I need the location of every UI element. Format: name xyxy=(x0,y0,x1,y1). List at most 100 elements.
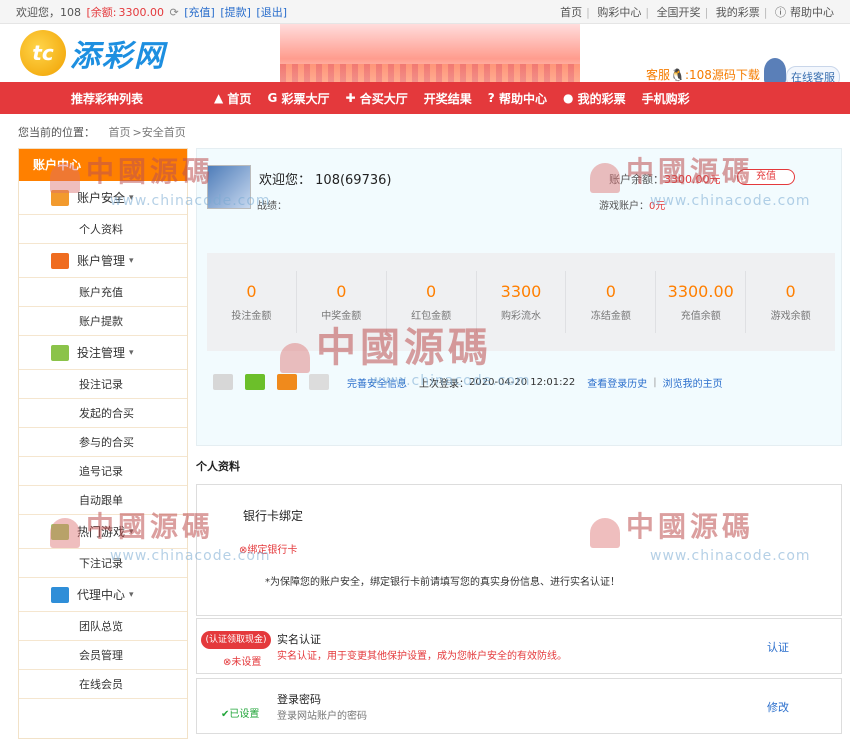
username: 108(69736) xyxy=(315,173,392,188)
nav-home[interactable]: ▲ 首页 xyxy=(214,90,251,107)
login-history-link[interactable]: 查看登录历史 xyxy=(587,375,647,390)
chevron-down-icon: ▾ xyxy=(129,589,134,600)
chevron-down-icon: ▾ xyxy=(129,526,134,537)
sidebar-item-profile[interactable]: 个人资料 xyxy=(19,215,187,244)
qq-icon: 🐧 xyxy=(670,68,685,82)
game-account-value: 0元 xyxy=(649,201,666,212)
top-link-buy[interactable]: 购彩中心 xyxy=(597,6,641,19)
nav-lottery-hall[interactable]: G 彩票大厅 xyxy=(267,90,329,107)
user-avatar[interactable] xyxy=(207,165,251,209)
sidebar-item-joined-group[interactable]: 参与的合买 xyxy=(19,428,187,457)
ticket-icon xyxy=(51,344,69,361)
chevron-down-icon: ▾ xyxy=(129,347,134,358)
nav-lottery-list[interactable]: 推荐彩种列表 xyxy=(0,90,214,107)
logo[interactable]: tc 添彩网 xyxy=(20,30,166,76)
bank-status[interactable]: ⊗绑定银行卡 xyxy=(239,541,297,556)
stat-recharge-balance: 3300.00 充值余额 xyxy=(656,271,747,333)
recharge-link[interactable]: [充值] xyxy=(184,6,215,19)
realname-verify-link[interactable]: 认证 xyxy=(767,639,789,655)
stats-panel: 0 投注金额 0 中奖金额 0 红包金额 3300 购彩流水 0 冻结金额 3300.00… xyxy=(207,253,835,351)
briefcase-icon xyxy=(51,586,69,603)
account-balance: 账户余额：3300.00元 xyxy=(609,173,721,186)
top-bar: 欢迎您，108 [余额: 3300.00 ⟳ [充值] [提款] [退出] 首页 |… xyxy=(0,0,850,24)
shield-icon xyxy=(51,189,69,206)
sidebar-section-agent[interactable]: 代理中心 ▾ xyxy=(19,578,187,612)
nav-mobile[interactable]: 手机购彩 xyxy=(642,90,690,107)
header-banner xyxy=(280,24,580,82)
top-bar-left: 欢迎您，108 [余额: 3300.00 ⟳ [充值] [提款] [退出] xyxy=(16,4,289,20)
stat-bet-amount: 0 投注金额 xyxy=(207,271,297,333)
user-icon: ● xyxy=(562,91,574,105)
question-icon: ? xyxy=(487,91,495,105)
top-link-help[interactable]: 帮助中心 xyxy=(790,6,834,19)
sidebar-item-bet-records[interactable]: 投注记录 xyxy=(19,370,187,399)
password-state: ✔已设置 xyxy=(221,709,260,720)
sidebar-item-initiated-group[interactable]: 发起的合买 xyxy=(19,399,187,428)
nav-help[interactable]: ? 帮助中心 xyxy=(488,90,547,107)
nav-group-buy[interactable]: ✚ 合买大厅 xyxy=(346,90,408,107)
sidebar: 账户中心 账户安全 ▾ 个人资料 账户管理 ▾ 账户充值 账户提款 投注管理 ▾ 投注… xyxy=(18,148,188,739)
bank-tip: *为保障您的账户安全，绑定银行卡前请填写您的真实身份信息、进行实名认证！ xyxy=(265,577,620,588)
record-label: 战绩： xyxy=(257,201,287,212)
greeting: 欢迎您： 108(69736) xyxy=(259,173,392,188)
top-link-my-lottery[interactable]: 我的彩票 xyxy=(716,6,760,19)
balance-label: [余额: xyxy=(86,5,117,19)
sidebar-item-recharge[interactable]: 账户充值 xyxy=(19,278,187,307)
logout-link[interactable]: [退出] xyxy=(256,6,287,19)
last-login-label: 上次登录： xyxy=(419,378,469,390)
game-account: 游戏账户：0元 xyxy=(599,201,666,212)
top-link-home[interactable]: 首页 xyxy=(560,6,582,19)
sidebar-item-bet-log[interactable]: 下注记录 xyxy=(19,549,187,578)
g-icon: G xyxy=(267,91,278,105)
sidebar-header: 账户中心 xyxy=(19,149,187,181)
top-link-draw[interactable]: 全国开奖 xyxy=(657,6,701,19)
password-title: 登录密码 xyxy=(277,693,321,706)
password-modify-link[interactable]: 修改 xyxy=(767,699,789,715)
nav-results[interactable]: 开奖结果 xyxy=(424,90,472,107)
recharge-button[interactable]: 充值 xyxy=(737,169,795,185)
id-card-icon[interactable] xyxy=(213,374,233,390)
personal-section-title: 个人资料 xyxy=(196,460,240,473)
stat-game-balance: 0 游戏余额 xyxy=(770,282,811,322)
help-icon: ⓘ xyxy=(775,5,786,19)
download-link[interactable]: :108源码下载 xyxy=(685,68,760,82)
sidebar-item-team-overview[interactable]: 团队总览 xyxy=(19,612,187,641)
sidebar-section-security[interactable]: 账户安全 ▾ xyxy=(19,181,187,215)
sidebar-item-auto-follow[interactable]: 自动跟单 xyxy=(19,486,187,515)
chevron-down-icon: ▾ xyxy=(129,255,134,266)
service-avatar-icon xyxy=(764,58,786,84)
sidebar-item-online-members[interactable]: 在线会员 xyxy=(19,670,187,699)
key-icon[interactable] xyxy=(245,374,265,390)
stat-turnover: 3300 购彩流水 xyxy=(477,271,567,333)
refresh-icon[interactable]: ⟳ xyxy=(170,6,179,19)
phone-icon[interactable] xyxy=(277,374,297,390)
header: tc 添彩网 客服🐧:108源码下载 在线客服 xyxy=(0,24,850,88)
sidebar-item-member-manage[interactable]: 会员管理 xyxy=(19,641,187,670)
sidebar-item-chase-records[interactable]: 追号记录 xyxy=(19,457,187,486)
sidebar-section-account[interactable]: 账户管理 ▾ xyxy=(19,244,187,278)
last-login-time: 2020-04-20 12:01:22 xyxy=(469,376,576,388)
stat-frozen: 0 冻结金额 xyxy=(566,271,657,333)
password-row: ✔已设置 登录密码 登录网站账户的密码 修改 xyxy=(196,678,842,734)
withdraw-link[interactable]: [提款] xyxy=(220,6,251,19)
security-actions: 完善安全信息 上次登录： 2020-04-20 12:01:22 查看登录历史 … xyxy=(213,371,833,393)
chevron-down-icon: ▾ xyxy=(129,192,134,203)
my-home-link[interactable]: 浏览我的主页 xyxy=(663,375,723,390)
nav-my-lottery[interactable]: ● 我的彩票 xyxy=(563,90,626,107)
logo-mark: tc xyxy=(20,30,66,76)
group-icon: ✚ xyxy=(345,91,356,105)
sidebar-section-games[interactable]: 热门游戏 ▾ xyxy=(19,515,187,549)
sidebar-item-withdraw[interactable]: 账户提款 xyxy=(19,307,187,336)
complete-info-link[interactable]: 完善安全信息 xyxy=(347,375,407,390)
breadcrumb: 您当前的位置： 首页 >安全首页 xyxy=(18,124,186,140)
sidebar-section-bets[interactable]: 投注管理 ▾ xyxy=(19,336,187,370)
wallet-icon xyxy=(51,252,69,269)
main-nav: 推荐彩种列表 ▲ 首页 G 彩票大厅 ✚ 合买大厅 开奖结果 ? 帮助中心 ● … xyxy=(0,82,850,114)
realname-badge[interactable]: (认证领取现金) xyxy=(201,631,271,649)
breadcrumb-home[interactable]: 首页 xyxy=(109,126,131,139)
lock-icon[interactable] xyxy=(309,374,329,390)
home-icon: ▲ xyxy=(214,91,224,105)
stat-red-packet: 0 红包金额 xyxy=(387,271,477,333)
realname-desc: 实名认证，用于变更其他保护设置，成为您帐户安全的有效防线。 xyxy=(277,651,567,662)
balance-value: 3300.00 xyxy=(118,5,165,19)
